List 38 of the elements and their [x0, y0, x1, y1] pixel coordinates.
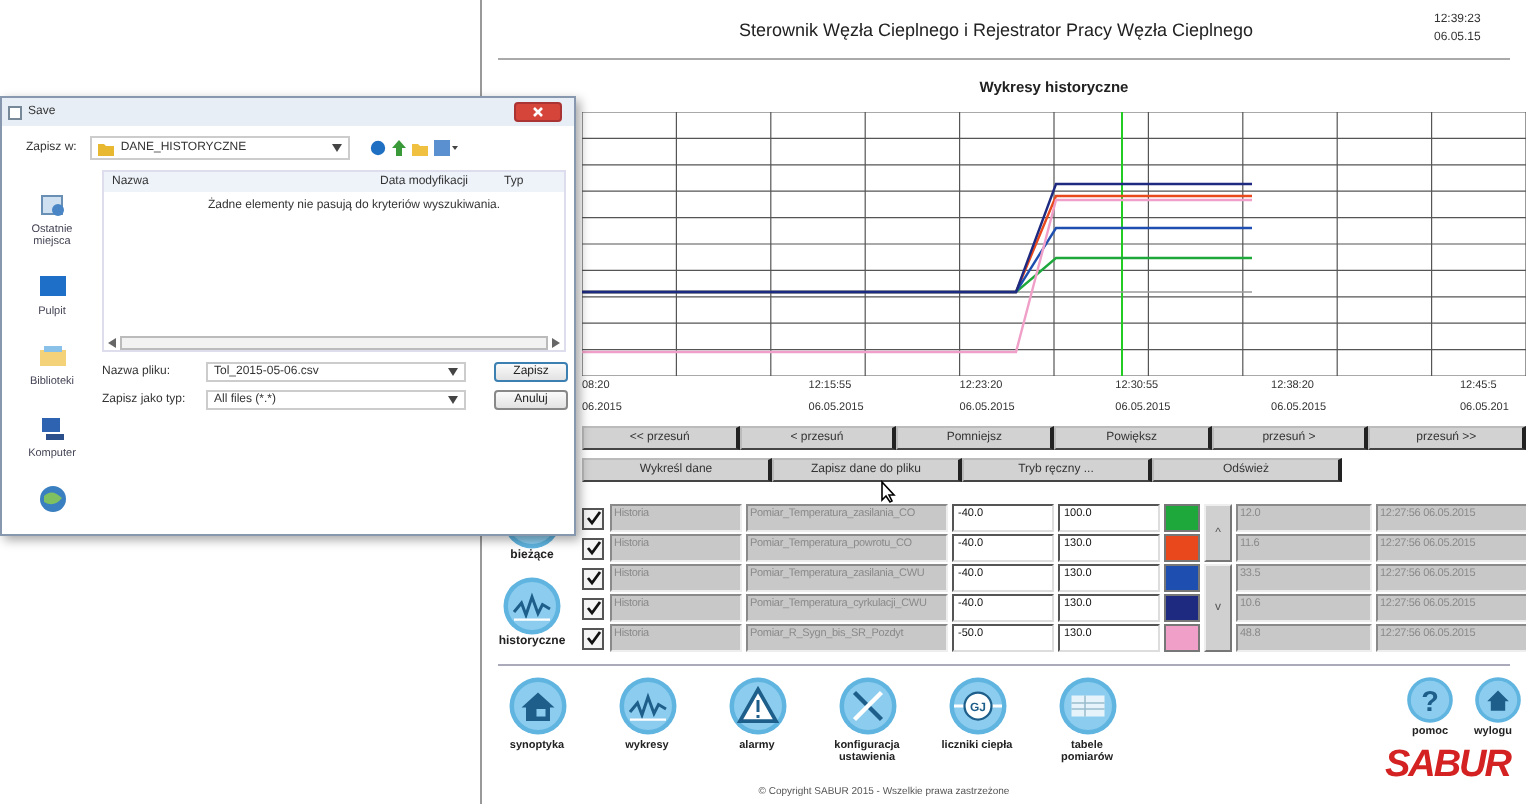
back-icon [370, 140, 387, 156]
up-arrow-icon [392, 140, 407, 156]
color-swatch[interactable] [1164, 564, 1200, 592]
wave-chart-icon [617, 676, 677, 736]
color-swatch[interactable] [1164, 534, 1200, 562]
company-logo: SABUR [1384, 744, 1510, 788]
scroll-right-icon [552, 337, 560, 347]
house-icon [1474, 676, 1522, 724]
color-swatch[interactable] [1164, 504, 1200, 532]
scroll-left-icon [108, 337, 116, 347]
house-icon [507, 676, 567, 736]
wave-chart-icon [502, 576, 562, 636]
app-title: Sterownik Węzła Cieplnego i Rejestrator Pracy Węzła Cieplnego [736, 19, 1256, 39]
caret-icon [448, 395, 458, 403]
caret-icon [332, 144, 343, 152]
computer-icon [37, 413, 67, 444]
checkbox[interactable] [582, 507, 604, 529]
close-button[interactable] [514, 102, 562, 122]
checkbox[interactable] [582, 597, 604, 619]
warning-icon [727, 676, 787, 736]
mouse-cursor-icon [880, 480, 896, 504]
checkbox[interactable] [582, 627, 604, 649]
color-swatch[interactable] [1164, 624, 1200, 652]
scrollbar[interactable] [120, 335, 548, 349]
tools-icon [837, 676, 897, 736]
checkbox[interactable] [582, 567, 604, 589]
checkbox[interactable] [582, 537, 604, 559]
table-icon [1057, 676, 1117, 736]
folder-icon [98, 141, 115, 155]
recent-places-icon [37, 190, 67, 221]
new-folder-icon [412, 140, 429, 156]
help-icon: ? [1406, 676, 1454, 724]
caret-icon [448, 367, 458, 375]
window-icon [8, 105, 22, 119]
color-swatch[interactable] [1164, 594, 1200, 622]
network-icon [37, 483, 67, 514]
view-menu-icon [434, 140, 459, 156]
close-icon [532, 106, 544, 118]
